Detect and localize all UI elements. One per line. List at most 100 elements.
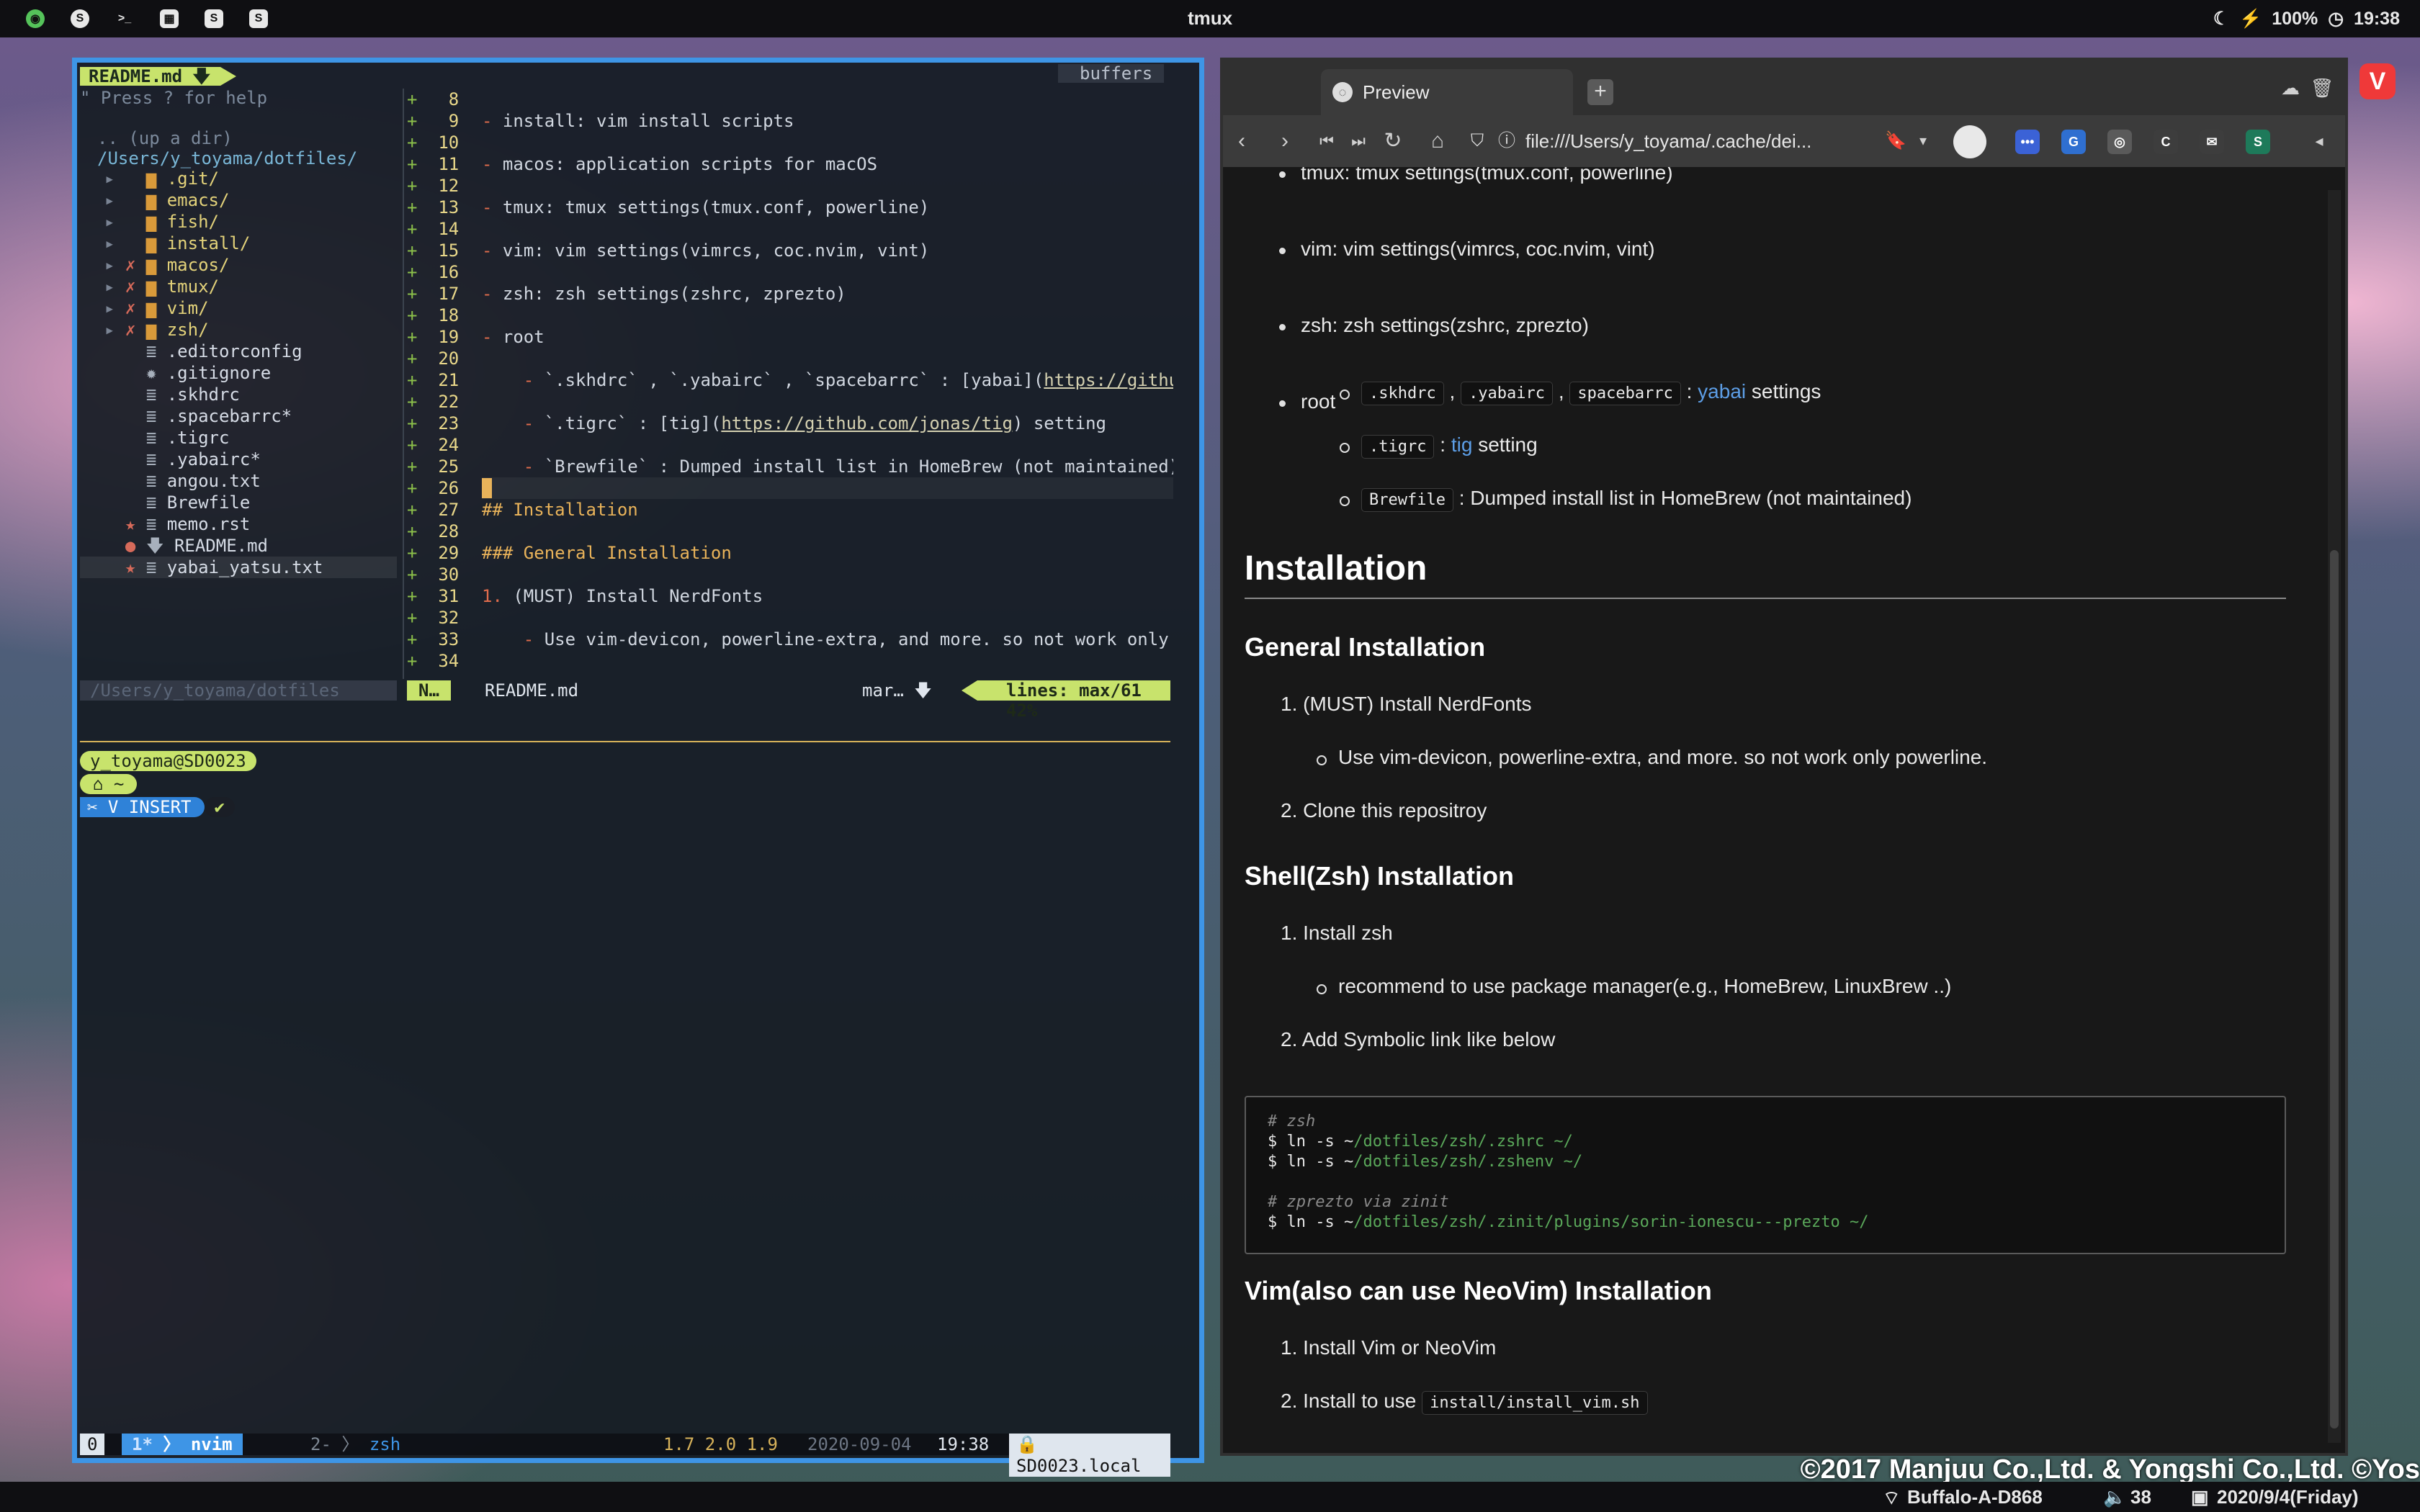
- heading-rule: [1245, 598, 2286, 599]
- tab-preview[interactable]: ◌ Preview: [1321, 69, 1573, 115]
- ordered-item: 1. Install Vim or NeoVim: [1281, 1336, 1497, 1359]
- ordered-item: 2. Add Symbolic link like below: [1281, 1028, 1556, 1050]
- terminal-window[interactable]: README.md 🡇 " Press ? for help .. (up a …: [72, 58, 1204, 1477]
- tree-folder[interactable]: ▸ ✗ ▆ zsh/: [80, 319, 397, 341]
- tree-file[interactable]: ✹ .gitignore: [80, 362, 397, 384]
- pane-split: [403, 89, 404, 679]
- menubar-status: ☾ ⚡ 100% ◷ 19:38: [2213, 0, 2400, 37]
- tree-file[interactable]: ≣ angou.txt: [80, 470, 397, 492]
- tree-file[interactable]: ≣ .tigrc: [80, 427, 397, 449]
- tree-folder[interactable]: ▸ ▆ emacs/: [80, 189, 397, 211]
- tree-root[interactable]: /Users/y_toyama/dotfiles/: [80, 148, 397, 169]
- date-text[interactable]: 2020/9/4(Friday): [2217, 1486, 2359, 1508]
- scrollbar-thumb[interactable]: [2330, 550, 2339, 1428]
- translate-extension-icon[interactable]: G: [2061, 130, 2086, 154]
- tmux-statusbar: 0 1* 〉 nvim 2- 〉 zsh 1.7 2.0 1.9 2020-09…: [80, 1434, 1170, 1477]
- clock-time[interactable]: 19:38: [2354, 9, 2400, 30]
- vivaldi-logo-icon[interactable]: V: [2360, 63, 2396, 99]
- new-tab-button[interactable]: +: [1587, 79, 1613, 105]
- wifi-name[interactable]: Buffalo-A-D868: [1907, 1486, 2043, 1508]
- info-icon[interactable]: ⓘ: [1498, 122, 1515, 160]
- browser-window[interactable]: ◌ Preview + ☁ 🗑 ‹ › ⏮ ⏭ ↻ ⌂ ⛉ ⓘ file:///…: [1220, 58, 2348, 1456]
- shield-icon[interactable]: ⛉: [1471, 122, 1484, 160]
- code-line: 1. (MUST) Install NerdFonts: [482, 586, 763, 606]
- reload-icon[interactable]: ↻: [1377, 125, 1409, 157]
- line-number: + 8: [407, 89, 460, 109]
- prompt-user: y_toyama@SD0023: [80, 751, 256, 771]
- layout-icon[interactable]: ▦: [160, 9, 179, 28]
- line-number: + 10: [407, 132, 460, 153]
- clock-icon: ◷: [2328, 9, 2344, 29]
- cloud-icon[interactable]: ☁: [2275, 72, 2306, 104]
- tree-file[interactable]: ≣ Brewfile: [80, 492, 397, 513]
- line-number: + 9: [407, 111, 460, 131]
- horizontal-split: [80, 741, 1170, 742]
- mail-extension-icon[interactable]: ✉: [2200, 130, 2224, 154]
- s-extension-icon[interactable]: S: [2246, 130, 2270, 154]
- code-line: ### General Installation: [482, 543, 732, 563]
- s-square-icon[interactable]: S: [249, 9, 268, 28]
- glasses-extension-icon[interactable]: ◎: [2107, 130, 2132, 154]
- tree-folder[interactable]: ▸ ✗ ▆ macos/: [80, 254, 397, 276]
- markdown-preview[interactable]: tmux: tmux settings(tmux.conf, powerline…: [1245, 167, 2325, 1456]
- tree-file[interactable]: ≣ .yabairc*: [80, 449, 397, 470]
- tree-folder[interactable]: ▸ ✗ ▆ tmux/: [80, 276, 397, 297]
- battery-icon[interactable]: ⚡: [2239, 9, 2262, 30]
- link-tig[interactable]: tig: [1451, 433, 1473, 456]
- mode-indicator: N…: [407, 680, 451, 701]
- address-bar[interactable]: ⛉ ⓘ file:///Users/y_toyama/.cache/dei...: [1468, 122, 1878, 160]
- nvim-pane[interactable]: README.md 🡇 " Press ? for help .. (up a …: [80, 64, 1173, 721]
- list-item: Use vim-devicon, powerline-extra, and mo…: [1316, 746, 1988, 768]
- menu-bar: ◉ S >_ ▦ S S tmux ☾ ⚡ 100% ◷ 19:38: [0, 0, 2420, 37]
- avatar[interactable]: [1953, 125, 1986, 158]
- line-number: + 24: [407, 435, 460, 455]
- rewind-icon[interactable]: ⏮: [1311, 125, 1343, 157]
- chat-extension-icon[interactable]: •••: [2015, 130, 2040, 154]
- panel-toggle-icon[interactable]: ◂: [2303, 125, 2335, 157]
- nerdtree-panel[interactable]: README.md 🡇 " Press ? for help .. (up a …: [80, 67, 397, 679]
- tmux-window-2[interactable]: 2- 〉 zsh: [310, 1434, 400, 1455]
- line-number: + 18: [407, 305, 460, 325]
- moon-icon[interactable]: ☾: [2213, 8, 2229, 30]
- line-number: + 29: [407, 543, 460, 563]
- line-number: + 31: [407, 586, 460, 606]
- back-icon[interactable]: ‹: [1226, 125, 1258, 157]
- volume-level[interactable]: 38: [2130, 1486, 2151, 1508]
- tree-folder[interactable]: ▸ ✗ ▆ vim/: [80, 297, 397, 319]
- tree-file[interactable]: ● 🡇 README.md: [80, 535, 397, 557]
- tree-file[interactable]: ≣ .editorconfig: [80, 341, 397, 362]
- tree-file[interactable]: ≣ .skhdrc: [80, 384, 397, 405]
- forward-icon[interactable]: ›: [1269, 125, 1301, 157]
- chevron-down-icon[interactable]: ▾: [1907, 125, 1939, 157]
- list-item: Brewfile : Dumped install list in HomeBr…: [1339, 487, 1912, 512]
- tree-file[interactable]: ≣ .spacebarrc*: [80, 405, 397, 427]
- tree-up-dir[interactable]: .. (up a dir): [80, 127, 397, 149]
- code-line: - `.tigrc` : [tig](https://github.com/jo…: [523, 413, 1106, 433]
- link-yabai[interactable]: yabai: [1698, 380, 1746, 402]
- tmux-time: 19:38: [937, 1434, 990, 1454]
- tree-folder[interactable]: ▸ ▆ fish/: [80, 211, 397, 233]
- fast-forward-icon[interactable]: ⏭: [1343, 125, 1374, 157]
- tree-file[interactable]: ★ ≣ yabai_yatsu.txt: [80, 557, 397, 578]
- tree-header: README.md 🡇: [80, 67, 237, 86]
- tree-folder[interactable]: ▸ ▆ install/: [80, 233, 397, 254]
- app-icon[interactable]: ◉: [26, 9, 45, 28]
- scrollbar[interactable]: [2328, 190, 2341, 1443]
- s-icon[interactable]: S: [71, 9, 89, 28]
- trash-icon[interactable]: 🗑: [2306, 72, 2338, 104]
- s-square-icon[interactable]: S: [205, 9, 223, 28]
- editor-buffer[interactable]: - install: vim install scripts - macos: …: [482, 89, 1173, 672]
- tmux-session[interactable]: 0: [80, 1434, 105, 1455]
- menubar-app-icons: ◉ S >_ ▦ S S: [26, 0, 268, 37]
- line-number: + 19: [407, 327, 460, 347]
- tree-file[interactable]: ★ ≣ memo.rst: [80, 513, 397, 535]
- zsh-pane[interactable]: y_toyama@SD0023 ⌂ ~ ✂ V INSERT ✔: [80, 751, 256, 819]
- c-extension-icon[interactable]: C: [2154, 130, 2178, 154]
- terminal-icon[interactable]: >_: [115, 9, 134, 28]
- line-number: + 28: [407, 521, 460, 541]
- tmux-window-1[interactable]: 1* 〉 nvim: [122, 1434, 243, 1455]
- line-number: + 25: [407, 456, 460, 477]
- tree-folder[interactable]: ▸ ▆ .git/: [80, 168, 397, 189]
- home-icon[interactable]: ⌂: [1422, 125, 1453, 157]
